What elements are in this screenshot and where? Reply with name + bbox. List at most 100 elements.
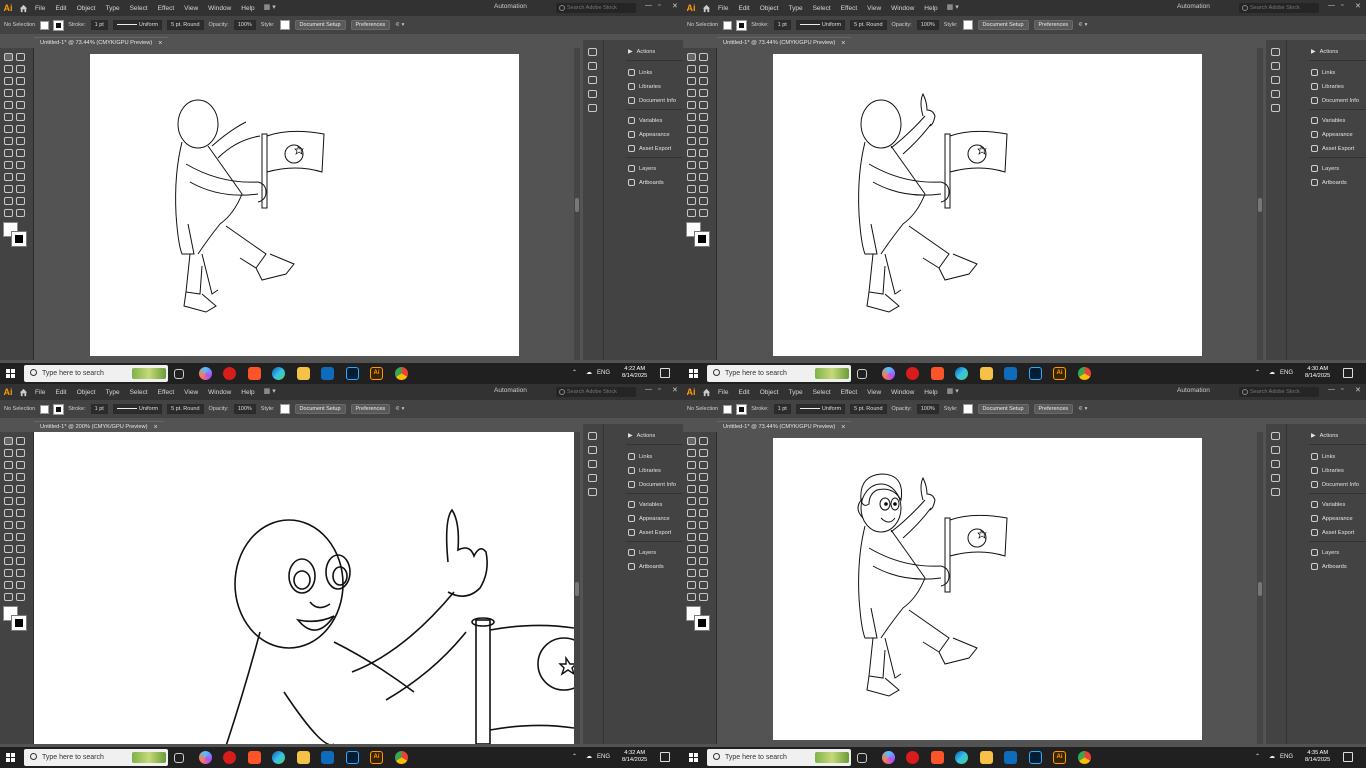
brave-icon[interactable]	[931, 367, 944, 380]
start-button[interactable]	[683, 363, 703, 384]
tool-icon[interactable]	[699, 437, 708, 445]
panel-strip-icon[interactable]	[1271, 474, 1280, 482]
tray-chevron-icon[interactable]: ⌃	[1255, 369, 1260, 376]
panel-artboards[interactable]: Artboards	[1311, 563, 1347, 570]
tool-icon[interactable]	[687, 569, 696, 577]
menu-file[interactable]: File	[30, 5, 50, 12]
tool-icon[interactable]	[699, 125, 708, 133]
file-explorer-icon[interactable]	[980, 367, 993, 380]
tool-icon[interactable]	[4, 473, 13, 481]
tool-icon[interactable]	[4, 65, 13, 73]
chrome-icon[interactable]	[395, 367, 408, 380]
taskbar-clock[interactable]: 4:35 AM 8/14/2025	[1305, 750, 1330, 764]
tool-icon[interactable]	[699, 473, 708, 481]
brush-select[interactable]: 5 pt. Round	[167, 20, 204, 30]
document-setup-button[interactable]: Document Setup	[977, 20, 1029, 30]
panel-libraries[interactable]: Libraries	[628, 83, 661, 90]
panel-strip-icon[interactable]	[1271, 90, 1280, 98]
close-tab-icon[interactable]: ×	[841, 424, 845, 431]
menu-window[interactable]: Window	[203, 5, 236, 12]
tool-icon[interactable]	[16, 149, 25, 157]
workspace-switcher-icon[interactable]: ▦ ▾	[264, 387, 282, 397]
tool-icon[interactable]	[699, 533, 708, 541]
language-indicator[interactable]: ENG	[1280, 754, 1293, 760]
automation-menu[interactable]: Automation	[1177, 3, 1210, 10]
tool-icon[interactable]	[4, 137, 13, 145]
tool-icon[interactable]	[16, 53, 25, 61]
panel-layers[interactable]: Layers	[628, 549, 656, 556]
menu-select[interactable]: Select	[125, 5, 153, 12]
tool-icon[interactable]	[4, 497, 13, 505]
tool-icon[interactable]	[4, 77, 13, 85]
minimize-icon[interactable]: —	[1328, 386, 1335, 393]
panel-asset-export[interactable]: Asset Export	[1311, 145, 1354, 152]
tool-icon[interactable]	[699, 569, 708, 577]
menu-view[interactable]: View	[179, 389, 203, 396]
maximize-icon[interactable]: ▫	[1341, 386, 1343, 393]
scrollbar-thumb[interactable]	[575, 582, 579, 596]
illustrator-taskbar-icon[interactable]: Ai	[1053, 751, 1066, 764]
canvas-area[interactable]	[717, 48, 1263, 360]
arrange-icon[interactable]: ⚟ ▾	[395, 406, 404, 412]
stroke-profile-select[interactable]: Uniform	[795, 20, 846, 30]
tool-icon[interactable]	[687, 581, 696, 589]
scrollbar-thumb[interactable]	[1258, 198, 1262, 212]
stock-search-input[interactable]: Search Adobe Stock	[1239, 387, 1319, 397]
automation-menu[interactable]: Automation	[494, 387, 527, 394]
brave-icon[interactable]	[248, 367, 261, 380]
workspace-switcher-icon[interactable]: ▦ ▾	[264, 3, 282, 13]
panel-asset-export[interactable]: Asset Export	[1311, 529, 1354, 536]
stock-search-input[interactable]: Search Adobe Stock	[556, 387, 636, 397]
tool-icon[interactable]	[4, 437, 13, 445]
copilot-icon[interactable]	[882, 367, 895, 380]
panel-appearance[interactable]: Appearance	[1311, 515, 1353, 522]
photoshop-icon[interactable]	[1029, 751, 1042, 764]
tool-icon[interactable]	[699, 101, 708, 109]
panel-links[interactable]: Links	[1311, 453, 1335, 460]
panel-artboards[interactable]: Artboards	[628, 563, 664, 570]
tool-icon[interactable]	[4, 149, 13, 157]
arrange-icon[interactable]: ⚟ ▾	[1078, 406, 1087, 412]
chrome-icon[interactable]	[1078, 367, 1091, 380]
tool-icon[interactable]	[687, 449, 696, 457]
arrange-icon[interactable]: ⚟ ▾	[1078, 22, 1087, 28]
tool-icon[interactable]	[4, 509, 13, 517]
menu-edit[interactable]: Edit	[733, 5, 754, 12]
style-swatch[interactable]	[962, 404, 973, 414]
tool-icon[interactable]	[16, 65, 25, 73]
tool-icon[interactable]	[699, 137, 708, 145]
stroke-color-swatch[interactable]	[694, 231, 710, 247]
tool-icon[interactable]	[687, 77, 696, 85]
tool-icon[interactable]	[687, 53, 696, 61]
opacity-field[interactable]: 100%	[916, 20, 939, 30]
tool-icon[interactable]	[699, 581, 708, 589]
start-button[interactable]	[683, 747, 703, 768]
maximize-icon[interactable]: ▫	[1341, 2, 1343, 9]
tool-icon[interactable]	[16, 197, 25, 205]
tool-icon[interactable]	[16, 485, 25, 493]
tool-icon[interactable]	[699, 197, 708, 205]
panel-links[interactable]: Links	[1311, 69, 1335, 76]
tool-icon[interactable]	[16, 569, 25, 577]
tool-icon[interactable]	[699, 185, 708, 193]
tool-icon[interactable]	[687, 497, 696, 505]
stroke-label[interactable]: Stroke:	[751, 406, 768, 412]
stroke-color-swatch[interactable]	[694, 615, 710, 631]
artboard[interactable]	[90, 54, 519, 356]
tool-icon[interactable]	[4, 125, 13, 133]
edge-icon[interactable]	[272, 751, 285, 764]
panel-strip-icon[interactable]	[588, 90, 597, 98]
tool-icon[interactable]	[16, 533, 25, 541]
home-icon[interactable]	[16, 0, 30, 16]
fill-swatch[interactable]	[723, 404, 733, 414]
canvas-area[interactable]	[34, 432, 591, 753]
menu-window[interactable]: Window	[203, 389, 236, 396]
style-swatch[interactable]	[962, 20, 973, 30]
tool-icon[interactable]	[16, 137, 25, 145]
artboard[interactable]	[34, 432, 591, 753]
tool-icon[interactable]	[4, 161, 13, 169]
panel-strip-icon[interactable]	[1271, 460, 1280, 468]
tool-icon[interactable]	[687, 521, 696, 529]
brush-select[interactable]: 5 pt. Round	[850, 404, 887, 414]
panel-variables[interactable]: Variables	[1311, 501, 1345, 508]
